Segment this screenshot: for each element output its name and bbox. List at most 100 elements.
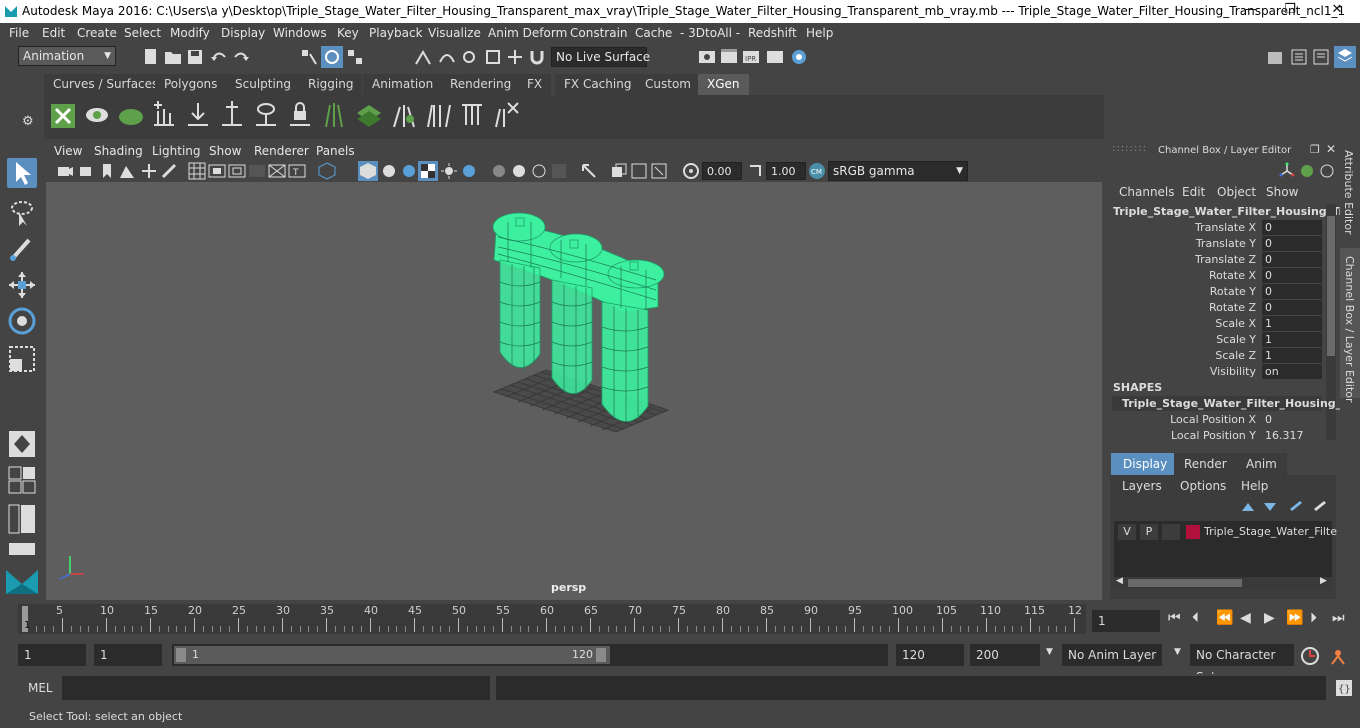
scroll-right-icon[interactable]: ▶ xyxy=(1320,576,1327,586)
range-end-handle[interactable] xyxy=(596,648,606,662)
attr-value-rotate-x[interactable]: 0 xyxy=(1262,268,1322,283)
xgen-groom-brush-icon[interactable] xyxy=(390,101,418,131)
step-back-frame-icon[interactable]: ⏴ xyxy=(1192,610,1199,626)
resolution-gate-icon[interactable] xyxy=(228,162,246,180)
layer-menu-options[interactable]: Options xyxy=(1180,479,1226,493)
xgen-guide-visibility-icon[interactable] xyxy=(252,101,280,131)
ipr-render-icon[interactable]: IPR xyxy=(742,48,760,66)
xray-active-icon[interactable] xyxy=(630,162,648,180)
grease-pencil-icon[interactable] xyxy=(160,162,178,180)
attr-value-translate-y[interactable]: 0 xyxy=(1262,236,1322,251)
film-gate-icon[interactable] xyxy=(208,162,226,180)
screen-space-ao-icon[interactable] xyxy=(490,162,508,180)
command-input[interactable] xyxy=(62,676,490,700)
rotate-tool-icon[interactable] xyxy=(7,306,37,336)
menu-windows[interactable]: Windows xyxy=(273,26,327,40)
layer-playback-toggle[interactable]: P xyxy=(1140,524,1158,540)
panel-menu-panels[interactable]: Panels xyxy=(316,144,355,158)
layer-color-swatch[interactable] xyxy=(1186,525,1200,539)
new-scene-icon[interactable] xyxy=(142,48,160,66)
layer-visibility-toggle[interactable]: V xyxy=(1118,524,1136,540)
attr-value-scale-z[interactable]: 1 xyxy=(1262,348,1322,363)
bookmark-icon[interactable] xyxy=(98,162,116,180)
tab-fx[interactable]: FX xyxy=(518,74,552,95)
tab-polygons[interactable]: Polygons xyxy=(155,74,227,95)
character-set-dropdown[interactable]: No Character Set xyxy=(1190,644,1294,684)
panel-menu-shading[interactable]: Shading xyxy=(94,144,143,158)
tab-sculpting[interactable]: Sculpting xyxy=(226,74,301,95)
attr-value-local-position-x[interactable]: 0 xyxy=(1262,412,1322,427)
redo-icon[interactable] xyxy=(232,48,250,66)
auto-key-icon[interactable] xyxy=(1300,646,1320,666)
range-start-handle[interactable] xyxy=(176,648,186,662)
menu-3dtoall[interactable]: - 3DtoAll - xyxy=(680,26,740,40)
new-layer-from-selected-icon[interactable] xyxy=(1312,499,1328,513)
use-lights-icon[interactable] xyxy=(440,162,458,180)
step-back-key-icon[interactable]: ⏪ xyxy=(1216,610,1233,626)
restore-button[interactable]: ❐ xyxy=(1280,2,1300,17)
play-backward-icon[interactable]: ◀ xyxy=(1240,610,1251,626)
go-to-start-icon[interactable]: ⏮ xyxy=(1168,610,1181,626)
snap-grid-icon[interactable] xyxy=(414,48,432,66)
attr-value-translate-z[interactable]: 0 xyxy=(1262,252,1322,267)
attr-value-scale-x[interactable]: 1 xyxy=(1262,316,1322,331)
magnet-icon[interactable] xyxy=(528,48,546,66)
chevron-down-icon[interactable]: ▼ xyxy=(1046,647,1053,657)
layer-display-type-toggle[interactable] xyxy=(1162,524,1180,540)
shadows-icon[interactable] xyxy=(460,162,478,180)
single-pane-layout-icon[interactable] xyxy=(8,430,36,458)
range-slider-bar-fill[interactable]: 1 120 xyxy=(174,646,610,664)
motion-blur-icon[interactable] xyxy=(510,162,528,180)
exposure-field[interactable]: 0.00 xyxy=(702,162,742,180)
snap-live-icon[interactable] xyxy=(506,48,524,66)
menu-modify[interactable]: Modify xyxy=(170,26,210,40)
layer-tab-render[interactable]: Render xyxy=(1174,453,1237,475)
command-language-label[interactable]: MEL xyxy=(28,681,53,695)
smooth-shade-button[interactable] xyxy=(358,161,378,181)
menu-key[interactable]: Key xyxy=(337,26,359,40)
current-frame-field[interactable]: 1 xyxy=(1092,610,1160,632)
depth-of-field-icon[interactable] xyxy=(550,162,568,180)
camera-attributes-icon[interactable] xyxy=(78,162,96,180)
move-layer-down-icon[interactable] xyxy=(1262,499,1278,513)
select-tool-button[interactable] xyxy=(7,158,37,188)
layer-hscrollbar[interactable]: ◀ ▶ xyxy=(1114,576,1332,589)
save-scene-icon[interactable] xyxy=(186,48,204,66)
shelf-gear-icon[interactable]: ⚙ xyxy=(22,114,34,129)
menuset-dropdown[interactable]: Animation ▼ xyxy=(18,46,116,66)
panel-menu-view[interactable]: View xyxy=(54,144,82,158)
animation-end-field[interactable]: 200 xyxy=(970,644,1040,666)
shape-name-row[interactable]: Triple_Stage_Water_Filter_Housing_... xyxy=(1112,396,1354,411)
panel-menu-show[interactable]: Show xyxy=(209,144,241,158)
attr-value-scale-y[interactable]: 1 xyxy=(1262,332,1322,347)
playback-start-field[interactable]: 1 xyxy=(94,644,162,666)
animation-start-field[interactable]: 1 xyxy=(18,644,86,666)
graph-layout-icon[interactable] xyxy=(8,542,36,556)
anim-layer-dropdown[interactable]: No Anim Layer xyxy=(1062,644,1162,666)
tab-animation[interactable]: Animation xyxy=(363,74,443,95)
new-layer-icon[interactable] xyxy=(1288,499,1304,513)
anti-aliasing-icon[interactable] xyxy=(530,162,548,180)
four-pane-layout-icon[interactable] xyxy=(8,466,36,494)
xgen-guide-mesh-icon[interactable] xyxy=(354,101,384,131)
workspace-modeling-icon[interactable] xyxy=(1266,48,1284,66)
camera-select-icon[interactable] xyxy=(56,162,74,180)
scrollbar-thumb[interactable] xyxy=(1327,216,1335,356)
layer-tab-display[interactable]: Display xyxy=(1111,453,1180,475)
cb-menu-object[interactable]: Object xyxy=(1217,185,1256,199)
xgen-comb-icon[interactable] xyxy=(458,101,486,131)
menu-constrain[interactable]: Constrain xyxy=(570,26,628,40)
xgen-delete-guide-icon[interactable] xyxy=(492,101,520,131)
persp-viewport[interactable]: persp xyxy=(46,182,1102,600)
float-panel-icon[interactable]: ❐ xyxy=(1310,143,1320,156)
tab-fx-caching[interactable]: FX Caching xyxy=(555,74,641,95)
menu-playback[interactable]: Playback xyxy=(369,26,423,40)
wireframe-on-shaded-icon[interactable] xyxy=(380,162,398,180)
play-forward-icon[interactable]: ▶ xyxy=(1264,610,1275,626)
gamma-field[interactable]: 1.00 xyxy=(766,162,806,180)
attr-value-rotate-z[interactable]: 0 xyxy=(1262,300,1322,315)
attr-value-local-position-y[interactable]: 16.317 xyxy=(1262,428,1322,443)
minimize-button[interactable]: — xyxy=(1240,2,1260,17)
cb-menu-show[interactable]: Show xyxy=(1266,185,1298,199)
attr-value-rotate-y[interactable]: 0 xyxy=(1262,284,1322,299)
